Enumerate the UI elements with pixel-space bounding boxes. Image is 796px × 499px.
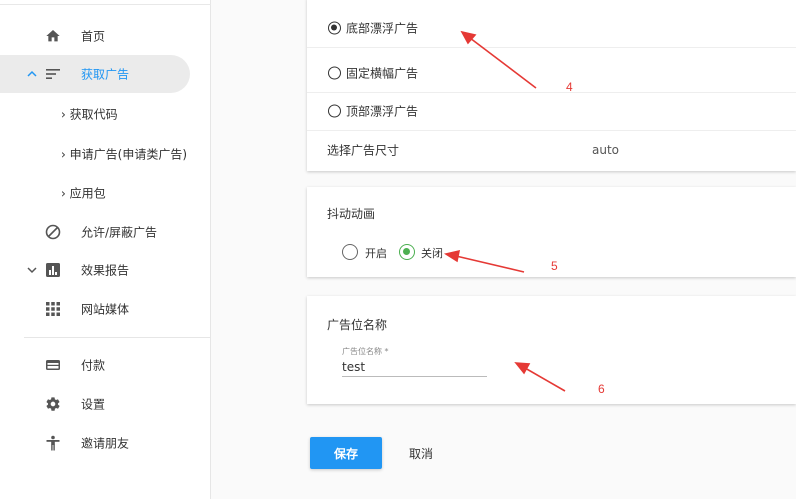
chevron-right-icon: › [61,147,66,162]
sidebar-item-reports[interactable]: 效果报告 [0,251,211,289]
block-icon [44,223,62,241]
radio-button-selected[interactable] [328,21,341,34]
ad-name-input[interactable] [342,357,487,377]
main-content: 底部漂浮广告 固定横幅广告 顶部漂浮广告 选择广告尺寸 auto 抖动动画 开启… [211,0,796,499]
credit-card-icon [44,356,62,374]
sort-list-icon [44,65,62,83]
sidebar-item-label: 付款 [81,358,106,373]
sidebar-item-payment[interactable]: 付款 [0,346,211,384]
save-button[interactable]: 保存 [310,437,382,469]
ad-type-card: 底部漂浮广告 固定横幅广告 顶部漂浮广告 选择广告尺寸 auto [307,0,796,171]
sidebar-item-invite[interactable]: 邀请朋友 [0,424,211,462]
ad-name-card: 广告位名称 广告位名称 * [307,296,796,404]
sidebar-subitem-label: 获取代码 [69,107,118,122]
sidebar-item-label: 获取广告 [81,67,130,82]
shake-title: 抖动动画 [327,207,376,221]
radio-label: 底部漂浮广告 [346,21,419,35]
sidebar: 首页 获取广告 › 获取代码 › 申请广告(申请类广告) › 应用包 允许/屏蔽… [0,0,211,499]
sidebar-item-label: 允许/屏蔽广告 [81,225,158,240]
chevron-right-icon: › [61,186,66,201]
ad-size-label: 选择广告尺寸 [327,143,400,158]
sidebar-item-label: 效果报告 [81,263,130,278]
shake-on-radio[interactable] [342,244,358,260]
home-icon [44,27,62,45]
person-icon [44,434,62,452]
shake-on-label: 开启 [365,247,387,260]
ad-size-row[interactable]: 选择广告尺寸 auto [307,130,796,170]
sidebar-item-home[interactable]: 首页 [0,17,211,55]
bar-chart-icon [44,261,62,279]
chevron-down-icon[interactable] [26,264,38,276]
shake-animation-card: 抖动动画 开启 关闭 [307,187,796,277]
radio-option-fixed-banner[interactable]: 固定横幅广告 [307,53,796,93]
sidebar-divider [24,337,211,338]
chevron-right-icon: › [61,107,66,122]
sidebar-item-settings[interactable]: 设置 [0,385,211,423]
sidebar-item-websites[interactable]: 网站媒体 [0,290,211,328]
chevron-up-icon[interactable] [26,68,38,80]
shake-off-label: 关闭 [421,247,443,260]
sidebar-subitem-app-package[interactable]: › 应用包 [0,174,211,212]
radio-button[interactable] [328,104,341,117]
radio-button[interactable] [328,66,341,79]
sidebar-subitem-label: 应用包 [69,186,106,201]
sidebar-subitem-get-code[interactable]: › 获取代码 [0,95,211,133]
sidebar-item-label: 网站媒体 [81,302,130,317]
sidebar-item-get-ads[interactable]: 获取广告 [0,55,211,93]
radio-label: 固定横幅广告 [346,66,419,80]
cancel-button[interactable]: 取消 [399,437,443,469]
sidebar-top-divider [0,4,211,5]
gear-icon [44,395,62,413]
sidebar-item-label: 首页 [81,29,106,44]
sidebar-item-label: 设置 [81,397,106,412]
sidebar-subitem-apply-ads[interactable]: › 申请广告(申请类广告) [0,135,211,173]
shake-off-radio[interactable] [399,244,415,260]
radio-label: 顶部漂浮广告 [346,104,419,118]
sidebar-subitem-label: 申请广告(申请类广告) [69,147,188,162]
ad-name-title: 广告位名称 [327,318,388,332]
grid-icon [44,300,62,318]
sidebar-item-label: 邀请朋友 [81,436,130,451]
ad-size-value[interactable]: auto [592,143,619,157]
sidebar-item-allow-block[interactable]: 允许/屏蔽广告 [0,213,211,251]
radio-option-bottom-float[interactable]: 底部漂浮广告 [307,8,796,48]
ad-name-field-label: 广告位名称 * [342,347,389,356]
radio-option-top-float[interactable]: 顶部漂浮广告 [307,91,796,131]
